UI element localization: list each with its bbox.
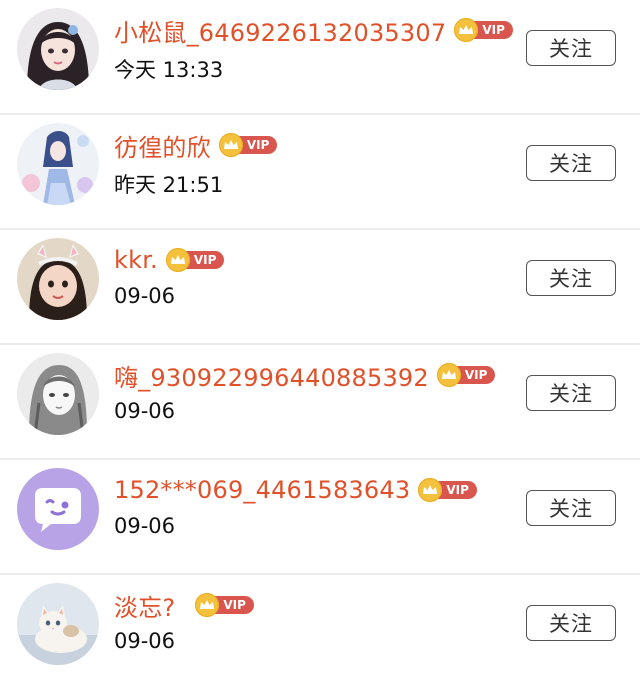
username[interactable]: 152***069_4461583643 <box>114 476 410 504</box>
crown-icon <box>218 133 243 157</box>
vip-label: VIP <box>213 596 254 614</box>
username[interactable]: kkr. <box>114 246 158 274</box>
crown-icon <box>165 248 190 272</box>
follow-button[interactable]: 关注 <box>526 260 616 296</box>
username[interactable]: 嗨_930922996440885392 <box>114 358 429 393</box>
vip-label: VIP <box>183 251 225 269</box>
timestamp: 09-06 <box>114 629 176 653</box>
user-list: 小松鼠_6469226132035307 VIP 今天 13:33 关注 彷徨的… <box>0 0 640 690</box>
follow-button[interactable]: 关注 <box>526 145 616 181</box>
timestamp: 09-06 <box>114 514 176 538</box>
list-item[interactable]: 小松鼠_6469226132035307 VIP 今天 13:33 关注 <box>0 0 640 115</box>
kitten-avatar[interactable] <box>17 583 99 665</box>
vip-badge: VIP <box>418 478 477 502</box>
follow-button[interactable]: 关注 <box>526 605 616 641</box>
username[interactable]: 淡忘? <box>114 588 175 623</box>
vip-label: VIP <box>436 481 477 499</box>
vip-badge: VIP <box>195 593 254 617</box>
anime-girl-avatar[interactable] <box>17 8 99 90</box>
follow-button[interactable]: 关注 <box>526 490 616 526</box>
vip-badge: VIP <box>436 363 496 387</box>
list-item[interactable]: 嗨_930922996440885392 VIP 09-06 关注 <box>0 345 640 460</box>
timestamp: 09-06 <box>114 399 176 423</box>
timestamp: 昨天 21:51 <box>114 173 224 197</box>
chat-bubble-avatar[interactable] <box>17 468 99 550</box>
list-item[interactable]: 淡忘? VIP 09-06 关注 <box>0 575 640 690</box>
sketch-girl-avatar[interactable] <box>17 353 99 435</box>
timestamp: 09-06 <box>114 284 176 308</box>
blue-dress-girl-avatar[interactable] <box>17 123 99 205</box>
list-item[interactable]: 152***069_4461583643 VIP 09-06 关注 <box>0 460 640 575</box>
username[interactable]: 彷徨的欣 <box>114 128 211 163</box>
follow-button[interactable]: 关注 <box>526 375 616 411</box>
vip-label: VIP <box>236 136 278 154</box>
username[interactable]: 小松鼠_6469226132035307 <box>114 13 446 48</box>
crown-icon <box>436 363 461 387</box>
vip-badge: VIP <box>454 18 513 42</box>
vip-label: VIP <box>472 21 513 39</box>
follow-button[interactable]: 关注 <box>526 30 616 66</box>
vip-badge: VIP <box>165 248 225 272</box>
vip-label: VIP <box>454 366 496 384</box>
vip-badge: VIP <box>218 133 278 157</box>
child-with-headband-avatar[interactable] <box>17 238 99 320</box>
list-item[interactable]: kkr. VIP 09-06 关注 <box>0 230 640 345</box>
timestamp: 今天 13:33 <box>114 58 224 82</box>
list-item[interactable]: 彷徨的欣 VIP 昨天 21:51 关注 <box>0 115 640 230</box>
